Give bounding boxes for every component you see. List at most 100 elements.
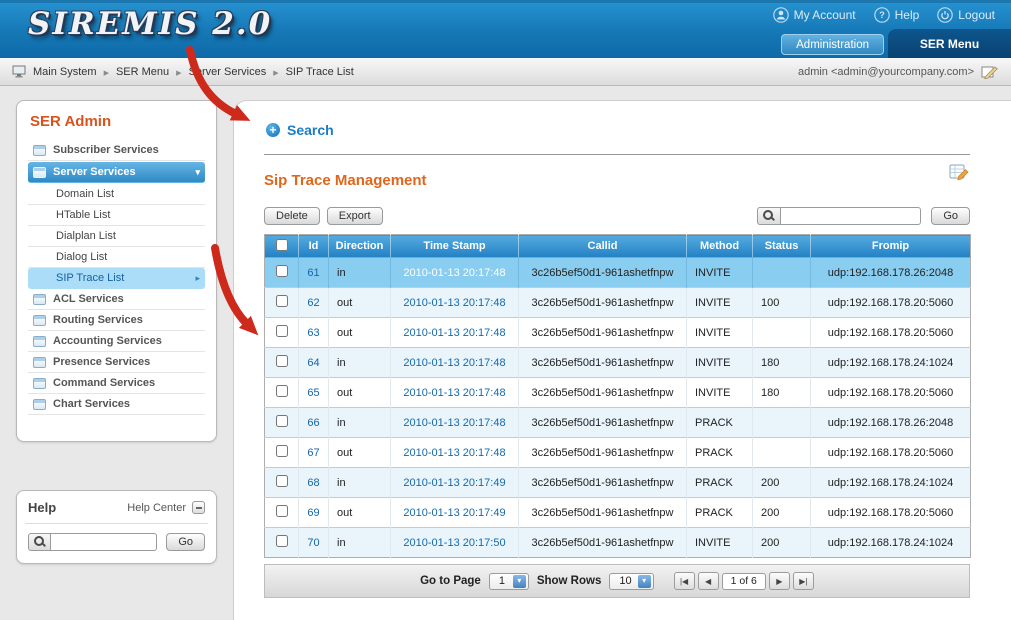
sidebar-item-presence-services[interactable]: Presence Services <box>28 352 205 373</box>
cell-timestamp[interactable]: 2010-01-13 20:17:50 <box>391 528 519 558</box>
row-checkbox[interactable] <box>276 535 288 547</box>
cell-method: PRACK <box>687 438 753 468</box>
row-checkbox-cell <box>265 318 299 348</box>
compose-icon[interactable] <box>981 64 999 79</box>
breadcrumb-main-system[interactable]: Main System <box>33 66 97 78</box>
cell-status <box>753 408 811 438</box>
row-checkbox[interactable] <box>276 295 288 307</box>
row-checkbox[interactable] <box>276 475 288 487</box>
search-toggle[interactable]: Search <box>266 122 334 138</box>
table-row[interactable]: 68in2010-01-13 20:17:493c26b5ef50d1-961a… <box>265 468 971 498</box>
table-row[interactable]: 70in2010-01-13 20:17:503c26b5ef50d1-961a… <box>265 528 971 558</box>
cell-timestamp[interactable]: 2010-01-13 20:17:48 <box>391 258 519 288</box>
sidebar-item-command-services[interactable]: Command Services <box>28 373 205 394</box>
sidebar: SER Admin Subscriber ServicesServer Serv… <box>16 100 217 442</box>
cell-fromip: udp:192.168.178.20:5060 <box>811 378 971 408</box>
administration-button[interactable]: Administration <box>781 34 884 55</box>
table-row[interactable]: 64in2010-01-13 20:17:483c26b5ef50d1-961a… <box>265 348 971 378</box>
table-row[interactable]: 69out2010-01-13 20:17:493c26b5ef50d1-961… <box>265 498 971 528</box>
select-all-checkbox[interactable] <box>276 239 288 251</box>
rows-select[interactable]: 10 <box>609 573 653 590</box>
table-row[interactable]: 67out2010-01-13 20:17:483c26b5ef50d1-961… <box>265 438 971 468</box>
sidebar-item-accounting-services[interactable]: Accounting Services <box>28 331 205 352</box>
export-button[interactable]: Export <box>327 207 383 225</box>
cell-timestamp[interactable]: 2010-01-13 20:17:48 <box>391 408 519 438</box>
siremis-app: SIREMIS 2.0 My Account ? Help Logout Adm… <box>0 0 1011 620</box>
report-edit-icon[interactable] <box>949 164 970 182</box>
col-status[interactable]: Status <box>753 235 811 258</box>
table-search-go-button[interactable]: Go <box>931 207 970 225</box>
cell-status <box>753 438 811 468</box>
cell-method: INVITE <box>687 378 753 408</box>
workspace: SER Admin Subscriber ServicesServer Serv… <box>0 86 1011 620</box>
table-row[interactable]: 61in2010-01-13 20:17:483c26b5ef50d1-961a… <box>265 258 971 288</box>
sidebar-search-go-button[interactable]: Go <box>166 533 205 551</box>
table-row[interactable]: 65out2010-01-13 20:17:483c26b5ef50d1-961… <box>265 378 971 408</box>
col-method[interactable]: Method <box>687 235 753 258</box>
col-callid[interactable]: Callid <box>519 235 687 258</box>
ser-menu-tab[interactable]: SER Menu <box>888 29 1011 58</box>
help-center-link[interactable]: Help Center <box>127 502 186 514</box>
cell-id: 63 <box>299 318 329 348</box>
my-account-link[interactable]: My Account <box>773 7 856 23</box>
col-id[interactable]: Id <box>299 235 329 258</box>
col-direction[interactable]: Direction <box>329 235 391 258</box>
delete-button[interactable]: Delete <box>264 207 320 225</box>
cell-timestamp[interactable]: 2010-01-13 20:17:48 <box>391 288 519 318</box>
help-link[interactable]: ? Help <box>874 7 920 23</box>
table-search-input[interactable] <box>781 207 921 225</box>
logout-link[interactable]: Logout <box>937 7 995 23</box>
sidebar-item-acl-services[interactable]: ACL Services <box>28 289 205 310</box>
sidebar-search-input[interactable] <box>51 533 157 551</box>
sidebar-subitem-dialog-list[interactable]: Dialog List <box>28 247 205 268</box>
prev-page-button[interactable]: ◀ <box>698 572 719 590</box>
row-checkbox[interactable] <box>276 445 288 457</box>
col-fromip[interactable]: Fromip <box>811 235 971 258</box>
sidebar-subitem-sip-trace-list[interactable]: SIP Trace List▸ <box>28 268 205 289</box>
sidebar-subitem-domain-list[interactable]: Domain List <box>28 184 205 205</box>
cell-timestamp[interactable]: 2010-01-13 20:17:49 <box>391 498 519 528</box>
sidebar-subitem-htable-list[interactable]: HTable List <box>28 205 205 226</box>
cell-timestamp[interactable]: 2010-01-13 20:17:48 <box>391 438 519 468</box>
search-icon[interactable] <box>757 207 781 225</box>
row-checkbox[interactable] <box>276 385 288 397</box>
cell-timestamp[interactable]: 2010-01-13 20:17:48 <box>391 318 519 348</box>
sip-trace-table: Id Direction Time Stamp Callid Method St… <box>264 234 971 558</box>
sidebar-item-subscriber-services[interactable]: Subscriber Services <box>28 140 205 161</box>
next-page-button[interactable]: ▶ <box>769 572 790 590</box>
sidebar-item-server-services[interactable]: Server Services▾ <box>28 162 205 183</box>
row-checkbox[interactable] <box>276 415 288 427</box>
cell-timestamp[interactable]: 2010-01-13 20:17:48 <box>391 348 519 378</box>
table-row[interactable]: 63out2010-01-13 20:17:483c26b5ef50d1-961… <box>265 318 971 348</box>
menu-label: Dialog List <box>56 251 107 263</box>
table-row[interactable]: 62out2010-01-13 20:17:483c26b5ef50d1-961… <box>265 288 971 318</box>
row-checkbox[interactable] <box>276 355 288 367</box>
minimize-button[interactable] <box>192 501 205 514</box>
breadcrumb-server-services[interactable]: Server Services <box>189 66 267 78</box>
row-checkbox-cell <box>265 258 299 288</box>
page-select[interactable]: 1 <box>489 573 529 590</box>
table-row[interactable]: 66in2010-01-13 20:17:483c26b5ef50d1-961a… <box>265 408 971 438</box>
row-checkbox-cell <box>265 288 299 318</box>
breadcrumb-sip-trace-list[interactable]: SIP Trace List <box>286 66 354 78</box>
sidebar-item-routing-services[interactable]: Routing Services <box>28 310 205 331</box>
first-page-button[interactable]: |◀ <box>674 572 695 590</box>
cell-status <box>753 318 811 348</box>
breadcrumb-user: admin <admin@yourcompany.com> <box>798 66 974 78</box>
menu-label: Chart Services <box>53 398 130 410</box>
last-page-button[interactable]: ▶| <box>793 572 814 590</box>
sidebar-item-chart-services[interactable]: Chart Services <box>28 394 205 415</box>
search-icon[interactable] <box>28 533 51 551</box>
row-checkbox[interactable] <box>276 505 288 517</box>
col-time-stamp[interactable]: Time Stamp <box>391 235 519 258</box>
cell-timestamp[interactable]: 2010-01-13 20:17:48 <box>391 378 519 408</box>
sidebar-subitem-dialplan-list[interactable]: Dialplan List <box>28 226 205 247</box>
magnifier-glyph <box>34 536 46 548</box>
cell-direction: out <box>329 438 391 468</box>
cell-callid: 3c26b5ef50d1-961ashetfnpw <box>519 498 687 528</box>
row-checkbox[interactable] <box>276 325 288 337</box>
cell-callid: 3c26b5ef50d1-961ashetfnpw <box>519 528 687 558</box>
breadcrumb-ser-menu[interactable]: SER Menu <box>116 66 169 78</box>
row-checkbox[interactable] <box>276 265 288 277</box>
cell-timestamp[interactable]: 2010-01-13 20:17:49 <box>391 468 519 498</box>
